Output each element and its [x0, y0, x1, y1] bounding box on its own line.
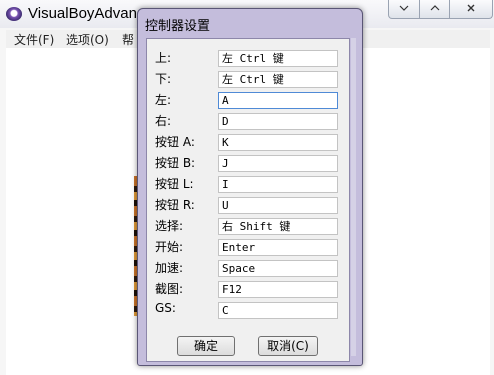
label-button-b: 按钮 B:: [155, 156, 196, 170]
label-select: 选择:: [155, 219, 184, 233]
input-button-l[interactable]: I: [218, 176, 338, 193]
label-button-l: 按钮 L:: [155, 177, 194, 191]
close-icon: [467, 4, 475, 12]
menu-file[interactable]: 文件(F): [14, 31, 54, 48]
input-gs[interactable]: C: [218, 302, 338, 319]
menu-help[interactable]: 帮: [122, 31, 134, 48]
label-left: 左:: [155, 93, 172, 107]
dialog-body: 上: 左 Ctrl 键 下: 左 Ctrl 键 左: A 右: D 按钮 A: …: [146, 38, 350, 362]
ok-button[interactable]: 确定: [177, 336, 235, 356]
label-right: 右:: [155, 114, 172, 128]
dialog-titlebar[interactable]: 控制器设置: [138, 9, 362, 37]
label-start: 开始:: [155, 240, 184, 254]
label-up: 上:: [155, 51, 172, 65]
label-button-a: 按钮 A:: [155, 135, 195, 149]
dialog-scrollbar[interactable]: [351, 38, 356, 356]
label-down: 下:: [155, 72, 172, 86]
dialog-title: 控制器设置: [145, 19, 211, 34]
label-button-r: 按钮 R:: [155, 198, 195, 212]
maximize-button[interactable]: [419, 0, 450, 19]
maximize-icon: [430, 5, 439, 11]
input-start[interactable]: Enter: [218, 239, 338, 256]
minimize-button[interactable]: [388, 0, 420, 19]
input-screenshot[interactable]: F12: [218, 281, 338, 298]
input-down[interactable]: 左 Ctrl 键: [218, 71, 338, 88]
label-gs: GS:: [155, 301, 176, 315]
controller-settings-dialog: 控制器设置 上: 左 Ctrl 键 下: 左 Ctrl 键 左: A 右: D …: [137, 8, 363, 366]
app-icon: [6, 7, 22, 21]
input-up[interactable]: 左 Ctrl 键: [218, 50, 338, 67]
input-right[interactable]: D: [218, 113, 338, 130]
close-button[interactable]: [449, 0, 493, 19]
label-screenshot: 截图:: [155, 282, 184, 296]
input-button-b[interactable]: J: [218, 155, 338, 172]
input-left[interactable]: A: [218, 92, 338, 109]
label-speed: 加速:: [155, 261, 184, 275]
input-speed[interactable]: Space: [218, 260, 338, 277]
cancel-button[interactable]: 取消(C): [258, 336, 318, 356]
input-select[interactable]: 右 Shift 键: [218, 218, 338, 235]
menu-options[interactable]: 选项(O): [66, 31, 109, 48]
input-button-r[interactable]: U: [218, 197, 338, 214]
input-button-a[interactable]: K: [218, 134, 338, 151]
minimize-icon: [399, 5, 409, 11]
